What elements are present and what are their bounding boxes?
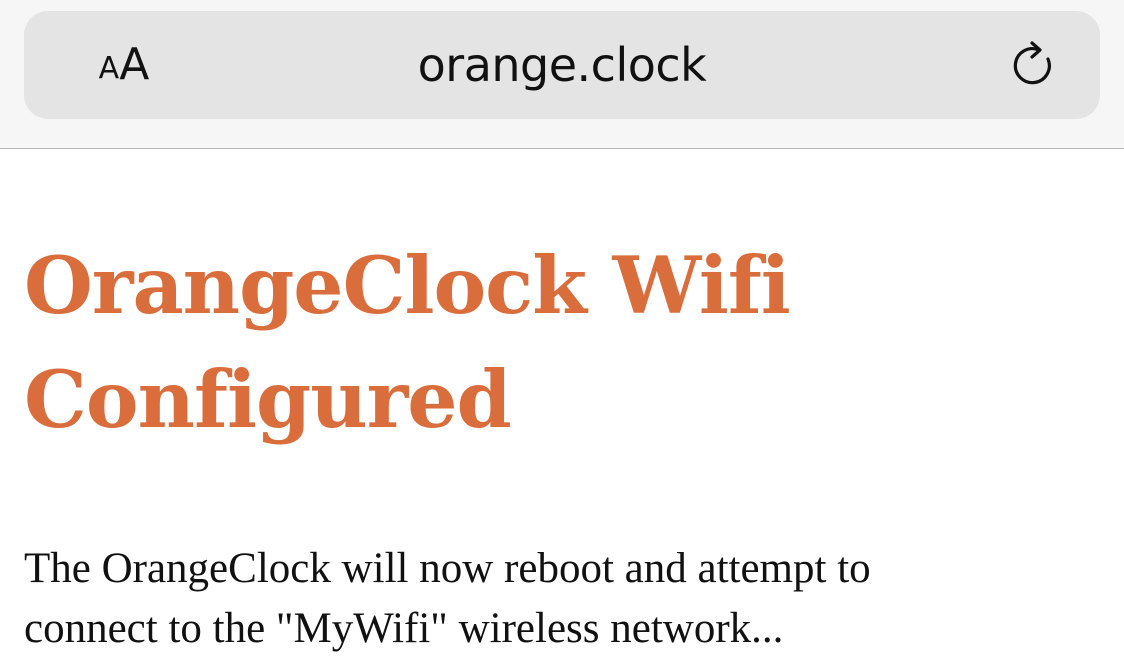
page-message: The OrangeClock will now reboot and atte… — [24, 545, 871, 652]
page-content: OrangeClock Wifi Configured The OrangeCl… — [24, 149, 1104, 659]
text-size-small-a: A — [98, 51, 120, 86]
text-size-large-a: A — [119, 39, 150, 90]
reload-button[interactable] — [1002, 35, 1062, 95]
url-text[interactable]: orange.clock — [224, 11, 900, 119]
page-title: OrangeClock Wifi Configured — [24, 239, 791, 446]
text-size-button[interactable]: AA — [76, 33, 172, 97]
browser-toolbar: AA orange.clock — [0, 0, 1124, 149]
reload-icon — [1013, 41, 1051, 85]
address-bar[interactable]: AA orange.clock — [24, 11, 1100, 119]
